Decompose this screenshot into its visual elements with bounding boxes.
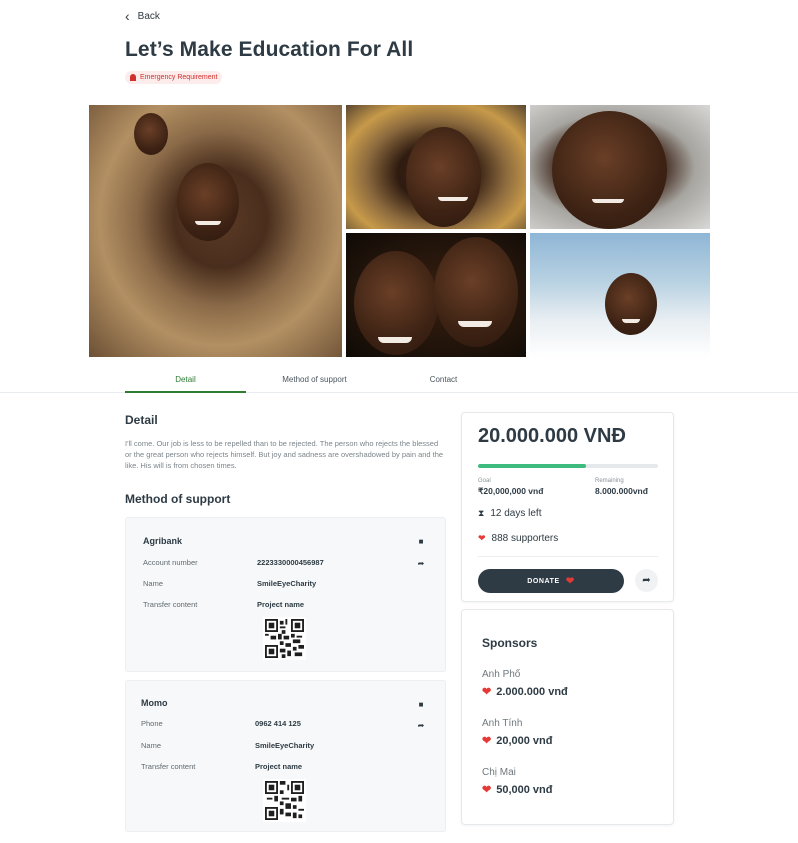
detail-text: I'll come. Our job is less to be repelle… [125, 439, 444, 470]
heart-icon: ❤ [482, 784, 492, 796]
heart-icon: ❤ [478, 533, 486, 543]
sponsor-amount-text: 2.000.000 vnđ [496, 685, 568, 698]
name-label: Name [141, 741, 162, 750]
sponsor-name: Anh Tính [482, 718, 523, 729]
remaining-label: Remaining [595, 478, 624, 484]
back-link[interactable]: ‹ Back [125, 9, 160, 23]
sponsor-amount: ❤ 50,000 vnđ [482, 783, 553, 797]
hourglass-icon: ⧗ [478, 508, 485, 518]
divider [478, 556, 658, 557]
sponsor-name: Anh Phố [482, 669, 521, 680]
braided-girl-photo[interactable] [346, 105, 526, 229]
sponsor-amount-text: 50,000 vnđ [496, 783, 553, 796]
goal-value: ₹20,000,000 vnđ [478, 486, 544, 496]
heart-icon: ❤ [565, 575, 575, 587]
name-label: Name [143, 579, 164, 588]
supporters: ❤ 888 supporters [478, 533, 558, 544]
share-icon[interactable]: ➦ [415, 720, 427, 732]
sponsors-heading: Sponsors [482, 636, 538, 650]
heart-icon: ❤ [482, 735, 492, 747]
badge-label: Emergency Requirement [140, 74, 218, 81]
transfer-content-value: Project name [257, 600, 305, 609]
qr-code [263, 617, 306, 660]
bank-name: Agribank [143, 536, 183, 546]
copy-icon[interactable]: ■ [415, 536, 427, 548]
tab-contact[interactable]: Contact [383, 368, 504, 393]
sponsor-name: Chị Mai [482, 767, 516, 778]
raised-amount: 20.000.000 VNĐ [478, 425, 626, 447]
page-title: Let’s Make Education For All [125, 38, 414, 61]
girl-smiling-photo[interactable] [89, 105, 342, 357]
sponsor-amount: ❤ 20,000 vnđ [482, 734, 553, 748]
copy-icon[interactable]: ■ [415, 699, 427, 711]
sponsor-amount: ❤ 2.000.000 vnđ [482, 685, 568, 699]
phone-value: 0962 414 125 [255, 719, 301, 728]
support-heading: Method of support [125, 492, 231, 506]
account-number-label: Account number [143, 558, 198, 567]
donate-button[interactable]: DONATE ❤ [478, 569, 624, 593]
laughing-children-photo[interactable] [346, 233, 526, 357]
qr-code [263, 779, 306, 822]
remaining-value: 8.000.000vnđ [595, 486, 648, 496]
days-left: ⧗ 12 days left [478, 508, 541, 519]
transfer-content-value: Project name [255, 762, 303, 771]
name-value: SmileEyeCharity [257, 579, 317, 588]
account-number-value: 2223330000456987 [257, 558, 324, 567]
phone-label: Phone [141, 719, 163, 728]
tab-detail[interactable]: Detail [125, 368, 246, 393]
share-icon[interactable]: ➦ [415, 558, 427, 570]
chevron-left-icon: ‹ [125, 8, 130, 24]
progress-fill [478, 464, 586, 468]
sponsor-amount-text: 20,000 vnđ [496, 734, 553, 747]
share-button[interactable]: ➦ [635, 569, 658, 592]
back-label: Back [137, 10, 160, 22]
goal-label: Goal [478, 478, 491, 484]
name-value: SmileEyeCharity [255, 741, 315, 750]
momo-name: Momo [141, 698, 168, 708]
transfer-content-label: Transfer content [141, 762, 196, 771]
supporters-text: 888 supporters [491, 533, 559, 544]
donate-label: DONATE [527, 577, 560, 585]
emergency-badge: Emergency Requirement [125, 71, 223, 84]
boy-portrait-photo[interactable] [530, 105, 710, 229]
transfer-content-label: Transfer content [143, 600, 198, 609]
heart-icon: ❤ [482, 686, 492, 698]
days-left-text: 12 days left [490, 508, 542, 519]
section-tabs: Detail Method of support Contact [0, 368, 798, 393]
photo-gallery [89, 105, 710, 357]
siren-icon [130, 74, 136, 81]
tab-method-of-support[interactable]: Method of support [254, 368, 375, 393]
share-icon: ➦ [642, 575, 651, 586]
schoolboy-photo[interactable] [530, 233, 710, 357]
detail-heading: Detail [125, 413, 158, 427]
funding-progress-bar [478, 464, 658, 468]
